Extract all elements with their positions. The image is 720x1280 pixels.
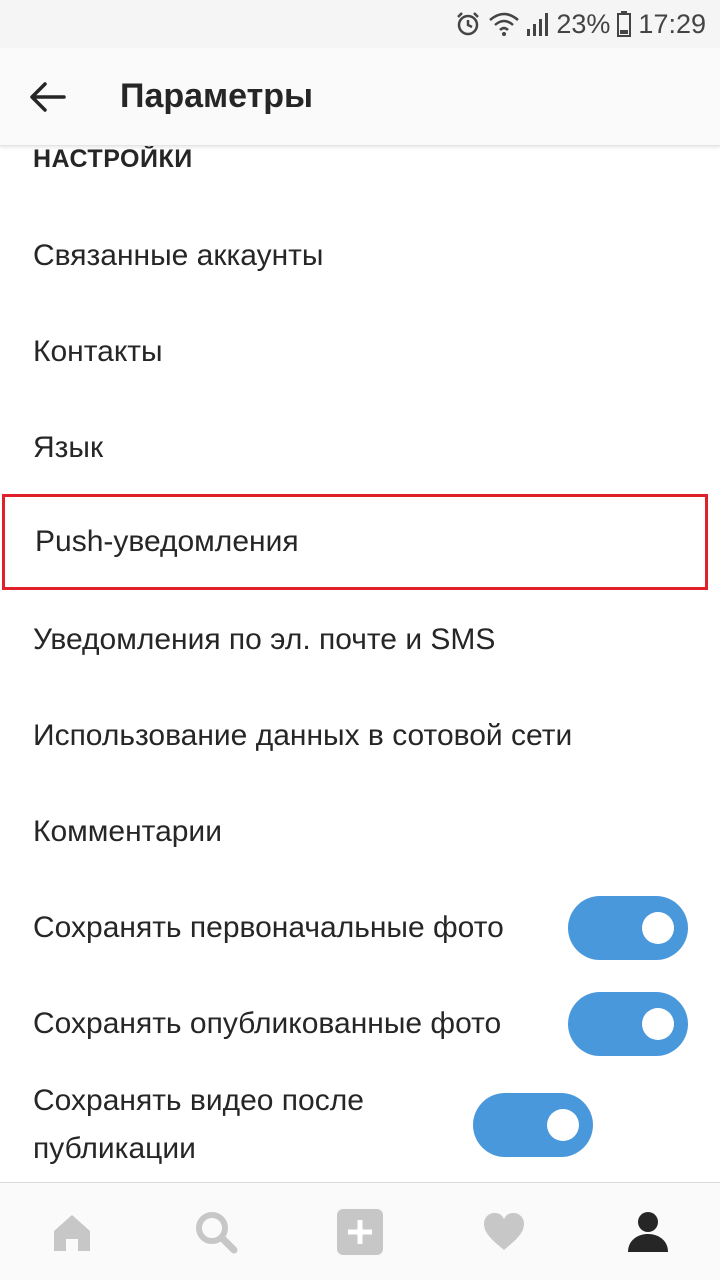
status-bar: 23% 17:29 <box>0 0 720 48</box>
toggle-switch[interactable] <box>473 1093 593 1157</box>
toggle-row-save-original-photos[interactable]: Сохранять первоначальные фото <box>0 880 720 976</box>
toggle-knob <box>642 912 674 944</box>
clock: 17:29 <box>638 8 706 39</box>
toggle-label: Сохранять видео после публикации <box>33 1084 364 1165</box>
toggle-knob <box>547 1109 579 1141</box>
menu-item-email-sms-notifications[interactable]: Уведомления по эл. почте и SMS <box>0 592 720 688</box>
battery-percent: 23% <box>556 8 611 39</box>
menu-item-comments[interactable]: Комментарии <box>0 784 720 880</box>
toggle-switch[interactable] <box>568 896 688 960</box>
menu-item-cellular-data[interactable]: Использование данных в сотовой сети <box>0 688 720 784</box>
toggle-label: Сохранять опубликованные фото <box>33 1007 502 1040</box>
toggle-switch[interactable] <box>568 992 688 1056</box>
alarm-icon <box>454 10 482 38</box>
battery-icon <box>616 10 632 38</box>
add-icon <box>337 1208 383 1255</box>
menu-item-contacts[interactable]: Контакты <box>0 304 720 400</box>
app-bar: Параметры <box>0 48 720 146</box>
nav-home-button[interactable] <box>22 1183 122 1280</box>
nav-add-button[interactable] <box>310 1183 410 1280</box>
menu-item-language[interactable]: Язык <box>0 400 720 496</box>
section-title: НАСТРОЙКИ <box>33 146 193 173</box>
nav-search-button[interactable] <box>166 1183 266 1280</box>
arrow-left-icon <box>30 81 66 112</box>
search-icon <box>196 1211 238 1253</box>
toggle-row-save-posted-photos[interactable]: Сохранять опубликованные фото <box>0 976 720 1072</box>
nav-activity-button[interactable] <box>454 1183 554 1280</box>
toggle-label: Сохранять первоначальные фото <box>33 911 504 944</box>
bottom-nav <box>0 1182 720 1280</box>
nav-profile-button[interactable] <box>598 1183 698 1280</box>
signal-icon <box>526 11 550 37</box>
page-title: Параметры <box>120 77 314 115</box>
menu-item-linked-accounts[interactable]: Связанные аккаунты <box>0 208 720 304</box>
toggle-row-save-videos[interactable]: Сохранять видео после публикации <box>0 1072 720 1178</box>
settings-list[interactable]: НАСТРОЙКИ Связанные аккаунты Контакты Яз… <box>0 146 720 1182</box>
toggle-knob <box>642 1008 674 1040</box>
menu-item-push-notifications[interactable]: Push-уведомления <box>2 494 708 590</box>
profile-icon <box>628 1211 668 1252</box>
back-button[interactable] <box>0 48 96 146</box>
wifi-icon <box>488 10 520 38</box>
home-icon <box>54 1214 90 1251</box>
heart-icon <box>484 1212 524 1250</box>
